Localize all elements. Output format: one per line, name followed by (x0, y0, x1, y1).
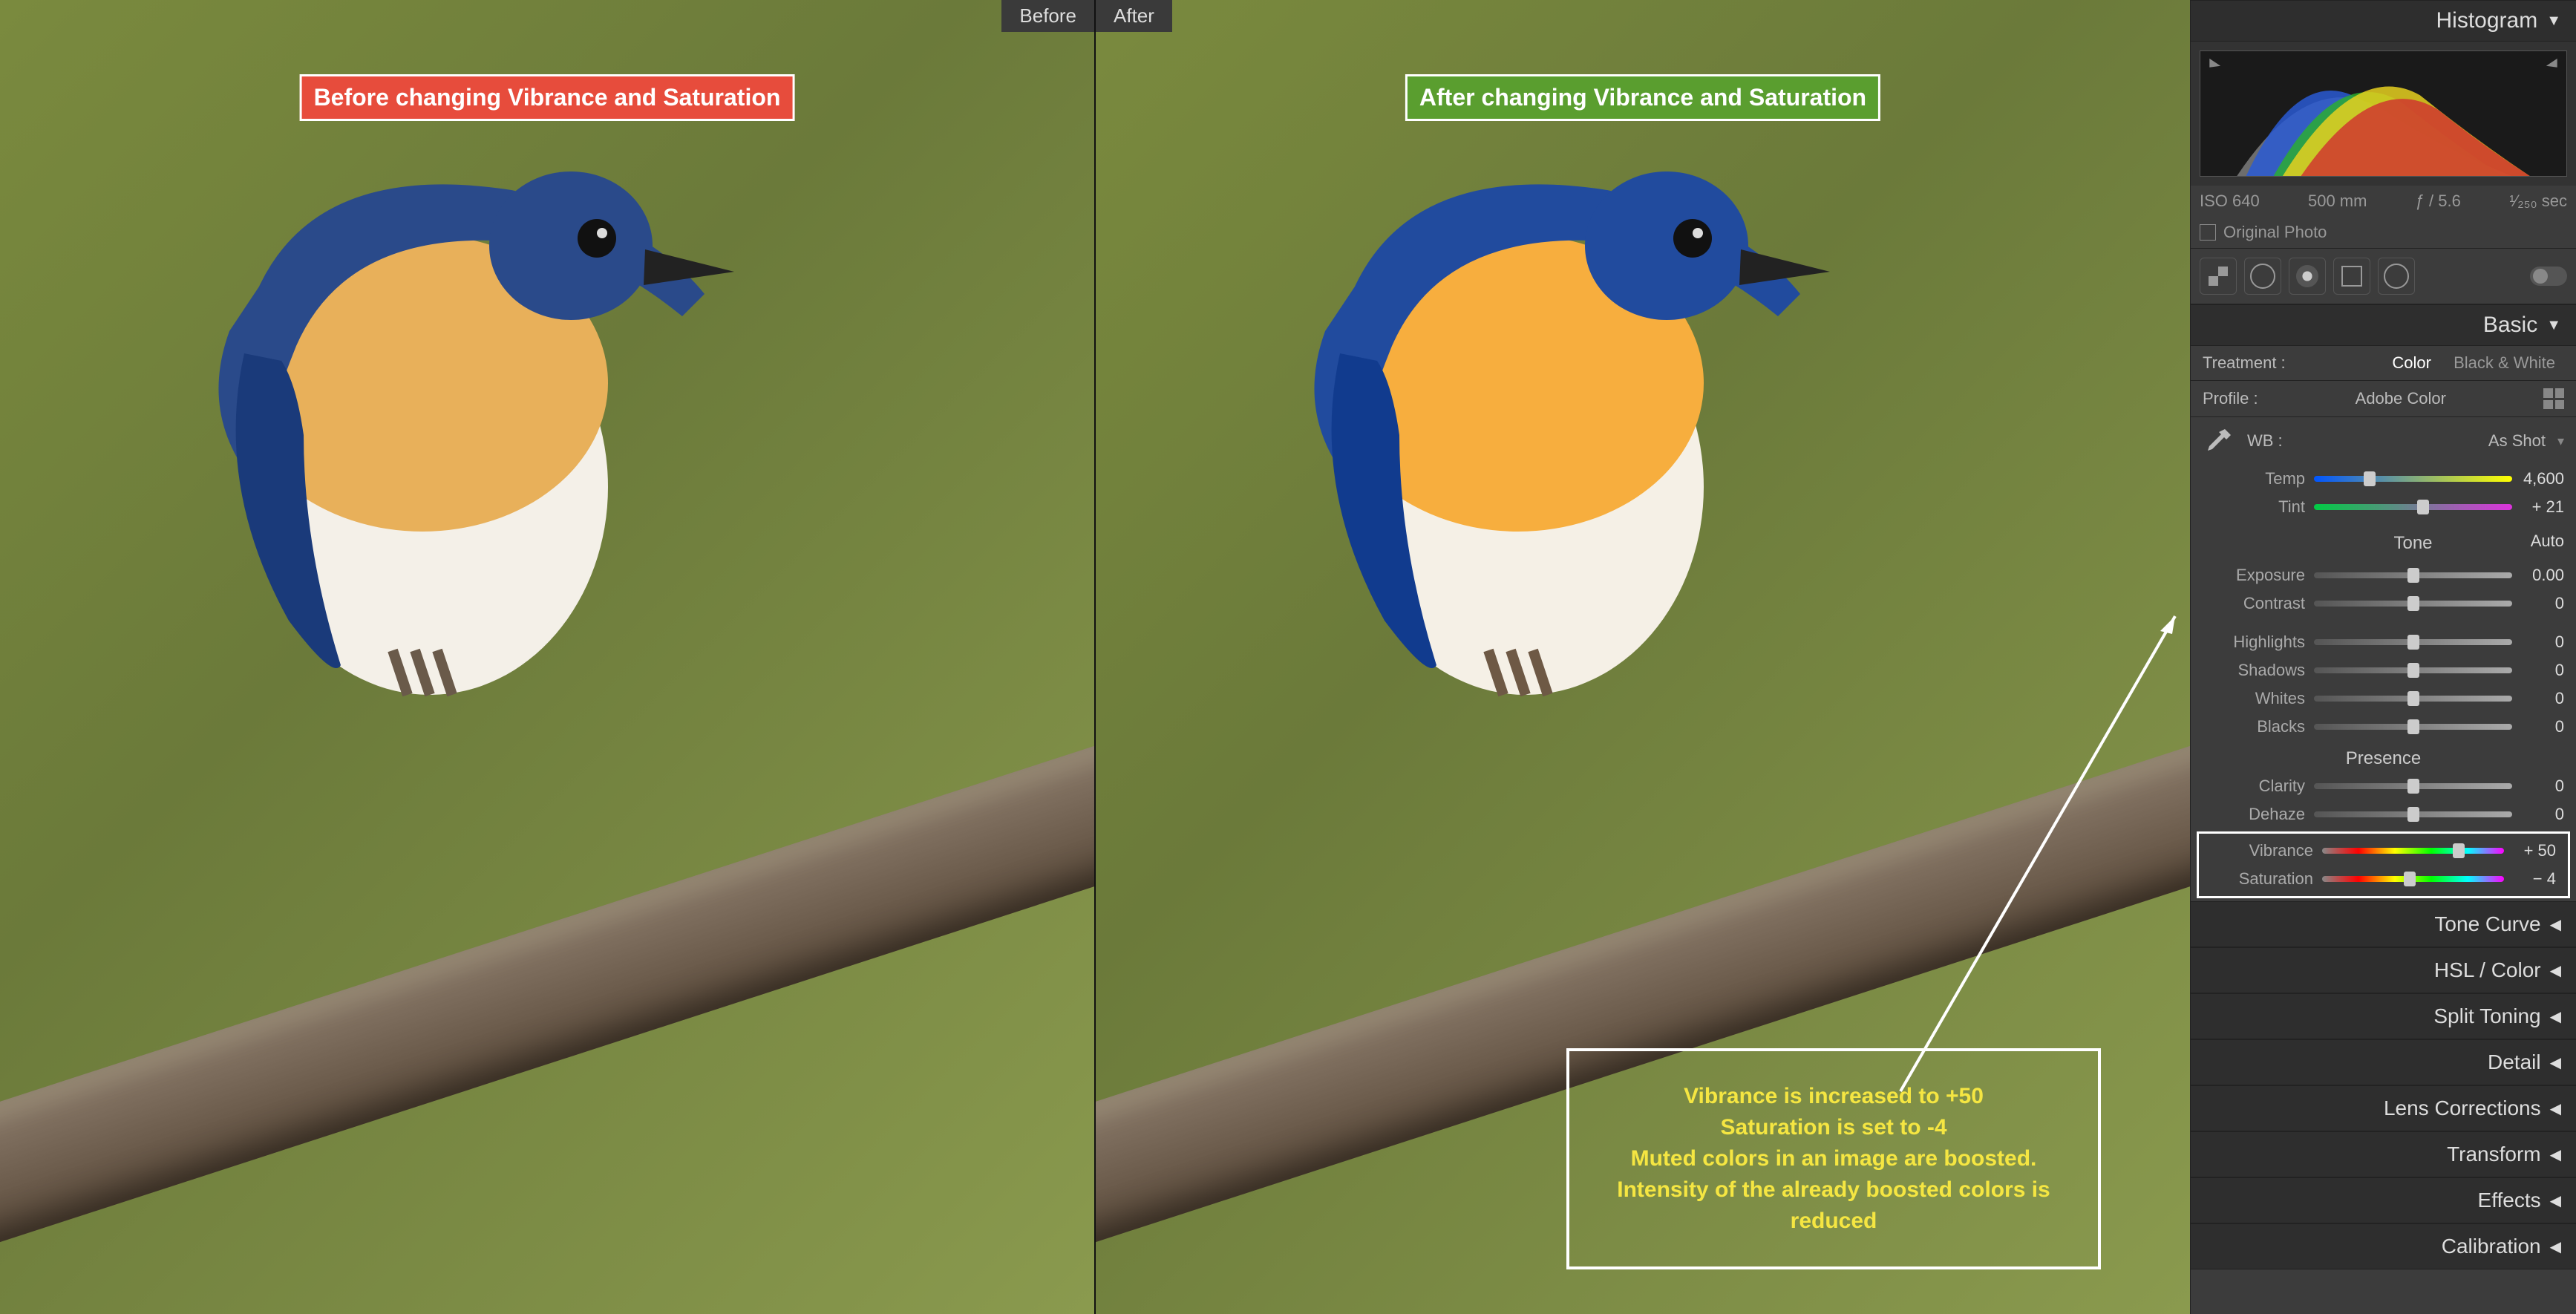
eyedropper-icon[interactable] (2203, 425, 2235, 457)
detail-header[interactable]: Detail◀ (2191, 1039, 2576, 1085)
callout-line: Intensity of the already boosted colors … (1592, 1174, 2076, 1206)
shadows-slider[interactable]: Shadows0 (2191, 656, 2576, 684)
disclosure-icon: ◀ (2550, 1145, 2561, 1164)
blacks-slider[interactable]: Blacks0 (2191, 713, 2576, 741)
treatment-row: Treatment : Color Black & White (2191, 346, 2576, 381)
saturation-slider[interactable]: Saturation− 4 (2199, 865, 2568, 893)
basic-header[interactable]: Basic ▼ (2191, 304, 2576, 346)
develop-panel: Histogram ▼ ISO 640 500 mm ƒ / 5.6 ¹⁄₂₅₀… (2190, 0, 2576, 1314)
treatment-bw[interactable]: Black & White (2445, 350, 2564, 375)
temp-value[interactable]: 4,600 (2512, 469, 2564, 488)
disclosure-icon: ◀ (2550, 915, 2561, 934)
original-photo-toggle[interactable]: Original Photo (2191, 217, 2576, 249)
collapsed-panels: Tone Curve◀ HSL / Color◀ Split Toning◀ D… (2191, 901, 2576, 1269)
tone-header: Tone (2314, 526, 2512, 557)
annotation-callout: Vibrance is increased to +50 Saturation … (1566, 1048, 2101, 1269)
before-pane[interactable]: Before Before changing Vibrance and Satu… (0, 0, 1096, 1314)
wb-value[interactable]: As Shot (2488, 431, 2546, 451)
crop-tool[interactable] (2200, 258, 2237, 295)
basic-label: Basic (2483, 313, 2537, 338)
tone-curve-header[interactable]: Tone Curve◀ (2191, 901, 2576, 947)
calibration-header[interactable]: Calibration◀ (2191, 1223, 2576, 1269)
tint-value[interactable]: + 21 (2512, 497, 2564, 517)
disclosure-icon: ◀ (2550, 1053, 2561, 1072)
tone-header-row: Tone Auto (2191, 521, 2576, 561)
exif-shutter: ¹⁄₂₅₀ sec (2509, 192, 2567, 211)
callout-line: Muted colors in an image are boosted. (1592, 1143, 2076, 1174)
contrast-slider[interactable]: Contrast0 (2191, 589, 2576, 618)
tint-label: Tint (2203, 497, 2314, 517)
profile-value: Adobe Color (2356, 389, 2446, 408)
bird-illustration (170, 101, 749, 710)
presence-header: Presence (2191, 741, 2576, 772)
histogram-chart (2200, 51, 2566, 176)
graduated-filter-tool[interactable] (2333, 258, 2370, 295)
before-tab: Before (1001, 0, 1094, 32)
disclosure-icon: ◀ (2550, 1238, 2561, 1256)
profile-browser-icon[interactable] (2543, 388, 2564, 409)
callout-line: Saturation is set to -4 (1592, 1112, 2076, 1143)
histogram-header[interactable]: Histogram ▼ (2191, 0, 2576, 42)
tint-slider[interactable]: Tint + 21 (2191, 493, 2576, 521)
wb-label: WB : (2247, 431, 2283, 451)
lens-corrections-header[interactable]: Lens Corrections◀ (2191, 1085, 2576, 1131)
treatment-color[interactable]: Color (2383, 350, 2440, 375)
histogram[interactable] (2191, 42, 2576, 186)
highlights-slider[interactable]: Highlights0 (2191, 628, 2576, 656)
redeye-tool[interactable] (2289, 258, 2326, 295)
mask-toggle[interactable] (2530, 267, 2567, 286)
callout-line: reduced (1592, 1206, 2076, 1237)
histogram-label: Histogram (2436, 8, 2538, 33)
split-toning-header[interactable]: Split Toning◀ (2191, 993, 2576, 1039)
exif-aperture: ƒ / 5.6 (2416, 192, 2461, 211)
callout-line: Vibrance is increased to +50 (1592, 1081, 2076, 1112)
exif-strip: ISO 640 500 mm ƒ / 5.6 ¹⁄₂₅₀ sec (2191, 186, 2576, 217)
disclosure-icon: ◀ (2550, 961, 2561, 980)
disclosure-icon: ◀ (2550, 1007, 2561, 1026)
disclosure-icon: ◀ (2550, 1192, 2561, 1210)
transform-header[interactable]: Transform◀ (2191, 1131, 2576, 1177)
disclosure-icon: ▼ (2546, 13, 2561, 30)
hsl-header[interactable]: HSL / Color◀ (2191, 947, 2576, 993)
exposure-slider[interactable]: Exposure0.00 (2191, 561, 2576, 589)
radial-filter-tool[interactable] (2378, 258, 2415, 295)
clarity-slider[interactable]: Clarity0 (2191, 772, 2576, 800)
vibrance-saturation-highlight: Vibrance+ 50 Saturation− 4 (2197, 831, 2570, 898)
disclosure-icon: ◀ (2550, 1099, 2561, 1118)
bird-illustration (1266, 101, 1845, 710)
temp-slider[interactable]: Temp 4,600 (2191, 465, 2576, 493)
checkbox-icon (2200, 224, 2216, 241)
profile-label: Profile : (2203, 389, 2258, 408)
compare-viewer: Before Before changing Vibrance and Satu… (0, 0, 2190, 1314)
dropdown-icon: ▾ (2557, 434, 2564, 449)
whites-slider[interactable]: Whites0 (2191, 684, 2576, 713)
auto-button[interactable]: Auto (2512, 532, 2564, 551)
exif-focal: 500 mm (2308, 192, 2367, 211)
effects-header[interactable]: Effects◀ (2191, 1177, 2576, 1223)
exif-iso: ISO 640 (2200, 192, 2260, 211)
profile-row[interactable]: Profile : Adobe Color (2191, 381, 2576, 417)
spot-removal-tool[interactable] (2244, 258, 2281, 295)
local-adjust-toolstrip (2191, 249, 2576, 304)
temp-label: Temp (2203, 469, 2314, 488)
dehaze-slider[interactable]: Dehaze0 (2191, 800, 2576, 828)
original-photo-label: Original Photo (2223, 223, 2327, 242)
after-pane[interactable]: After After changing Vibrance and Satura… (1096, 0, 2190, 1314)
disclosure-icon: ▼ (2546, 317, 2561, 334)
vibrance-slider[interactable]: Vibrance+ 50 (2199, 837, 2568, 865)
wb-row: WB : As Shot ▾ (2191, 417, 2576, 465)
after-tab: After (1096, 0, 1172, 32)
treatment-label: Treatment : (2203, 353, 2286, 373)
